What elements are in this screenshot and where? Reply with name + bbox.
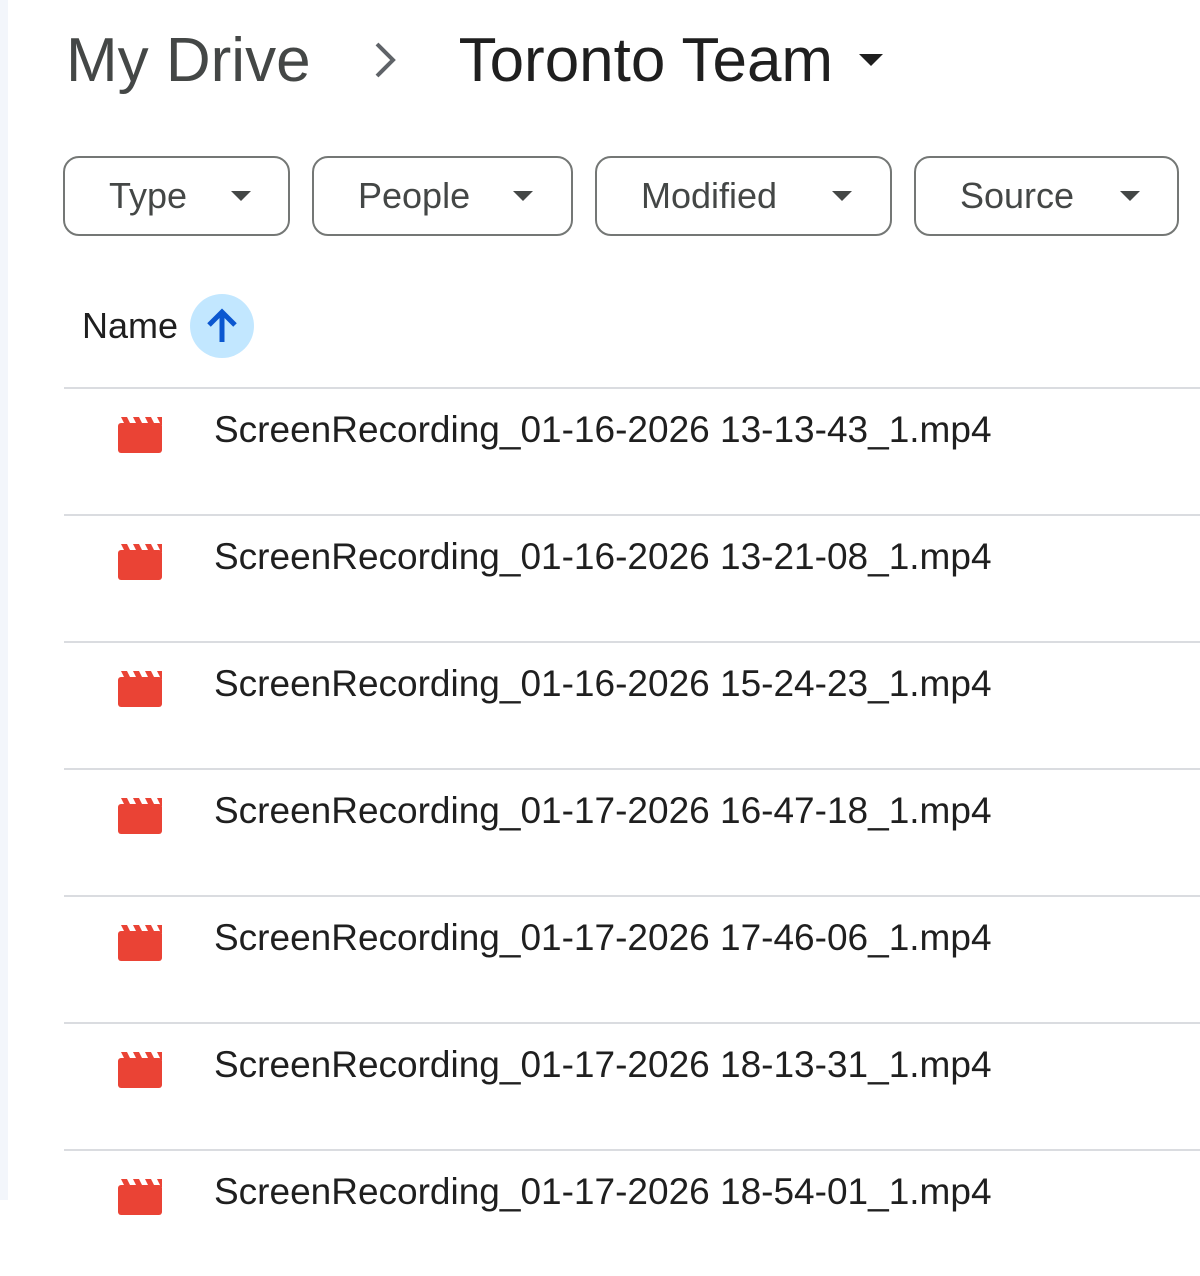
breadcrumb-current-folder[interactable]: Toronto Team	[459, 25, 884, 96]
file-list: ScreenRecording_01-16-2026 13-13-43_1.mp…	[64, 387, 1200, 1276]
file-name: ScreenRecording_01-17-2026 18-54-01_1.mp…	[214, 1171, 992, 1212]
caret-down-icon	[513, 191, 533, 201]
file-row[interactable]: ScreenRecording_01-17-2026 18-13-31_1.mp…	[64, 1022, 1200, 1149]
file-row[interactable]: ScreenRecording_01-17-2026 16-47-18_1.mp…	[64, 768, 1200, 895]
left-rail	[0, 0, 8, 1200]
file-name: ScreenRecording_01-17-2026 17-46-06_1.mp…	[214, 917, 992, 958]
filter-source-chip[interactable]: Source	[914, 156, 1179, 236]
sort-direction-button[interactable]	[190, 294, 255, 358]
chevron-right-icon	[345, 40, 425, 80]
file-name: ScreenRecording_01-16-2026 13-13-43_1.mp…	[214, 409, 992, 450]
name-column-header[interactable]: Name	[82, 305, 178, 347]
breadcrumb: My Drive Toronto Team	[64, 20, 884, 100]
file-name: ScreenRecording_01-17-2026 16-47-18_1.mp…	[214, 790, 992, 831]
filter-modified-chip[interactable]: Modified	[595, 156, 892, 236]
caret-down-icon	[832, 191, 852, 201]
caret-down-icon	[859, 54, 884, 66]
file-name: ScreenRecording_01-16-2026 15-24-23_1.mp…	[214, 663, 992, 704]
file-row[interactable]: ScreenRecording_01-16-2026 13-13-43_1.mp…	[64, 387, 1200, 514]
video-file-icon	[118, 925, 162, 966]
caret-down-icon	[1120, 191, 1140, 201]
filter-chip-label: Type	[109, 175, 188, 216]
filter-chip-label: Source	[960, 175, 1075, 216]
video-file-icon	[118, 544, 162, 585]
video-file-icon	[118, 798, 162, 839]
list-header: Name	[82, 292, 255, 360]
file-row[interactable]: ScreenRecording_01-17-2026 17-46-06_1.mp…	[64, 895, 1200, 1022]
video-file-icon	[118, 417, 162, 458]
file-row[interactable]: ScreenRecording_01-17-2026 18-54-01_1.mp…	[64, 1149, 1200, 1276]
file-name: ScreenRecording_01-16-2026 13-21-08_1.mp…	[214, 536, 992, 577]
video-file-icon	[118, 671, 162, 712]
file-name: ScreenRecording_01-17-2026 18-13-31_1.mp…	[214, 1044, 992, 1085]
video-file-icon	[118, 1052, 162, 1093]
file-row[interactable]: ScreenRecording_01-16-2026 13-21-08_1.mp…	[64, 514, 1200, 641]
caret-down-icon	[231, 191, 251, 201]
filter-chip-label: People	[358, 175, 471, 216]
filter-people-chip[interactable]: People	[312, 156, 573, 236]
file-row[interactable]: ScreenRecording_01-16-2026 15-24-23_1.mp…	[64, 641, 1200, 768]
filter-type-chip[interactable]: Type	[63, 156, 290, 236]
arrow-up-icon	[207, 308, 237, 342]
current-folder-name: Toronto Team	[458, 25, 834, 95]
filter-chip-label: Modified	[641, 175, 778, 216]
breadcrumb-my-drive[interactable]: My Drive	[64, 25, 313, 96]
